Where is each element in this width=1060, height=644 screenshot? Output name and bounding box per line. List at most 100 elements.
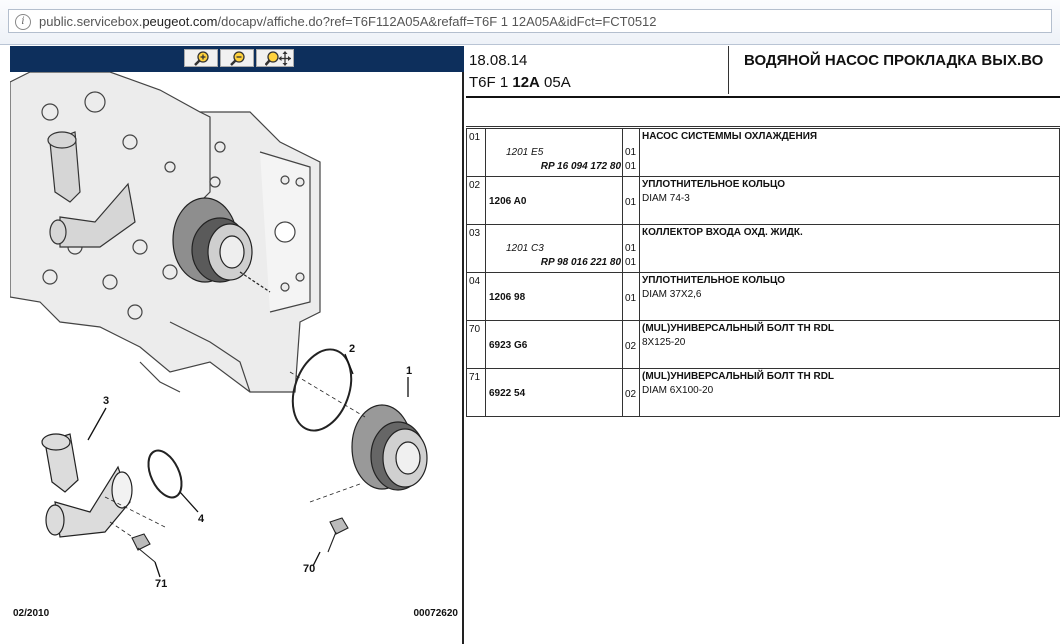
browser-address-bar: i public.servicebox.peugeot.com/docapv/a…	[0, 0, 1060, 45]
part-reference-code: 1201 E5	[506, 147, 544, 158]
catalog-code: T6F 1 12A 05A	[469, 74, 571, 91]
zoom-in-button[interactable]	[184, 49, 218, 67]
catalog-date: 18.08.14	[469, 52, 528, 69]
part-index: 70	[466, 320, 486, 369]
part-index: 03	[466, 224, 486, 273]
part-name: (MUL)УНИВЕРСАЛЬНЫЙ БОЛТ TH RDL	[642, 371, 835, 382]
part-name: УПЛОТНИТЕЛЬНОЕ КОЛЬЦО	[642, 179, 786, 190]
code-part-b: 12A	[512, 74, 540, 91]
part-qty: 01	[625, 197, 637, 208]
callout-71: 71	[155, 578, 167, 590]
part-reference[interactable]: 6922 54	[489, 388, 525, 399]
part-reference-cell: 1206 98	[485, 272, 623, 321]
part-index-label: 01	[469, 132, 481, 143]
part-index: 71	[466, 368, 486, 417]
parts-header: 18.08.14 T6F 1 12A 05A ВОДЯНОЙ НАСОС ПРО…	[466, 46, 1060, 98]
part-qty-cell: 01	[622, 272, 640, 321]
zoom-out-icon	[230, 51, 245, 66]
part-reference-cell: 1201 C3 RP 98 016 221 80	[485, 224, 623, 273]
callout-70: 70	[303, 563, 315, 575]
page-title: ВОДЯНОЙ НАСОС ПРОКЛАДКА ВЫХ.ВО	[744, 52, 1044, 69]
illustration-panel: 1 2 3 4 70 71 02/2010 00072620	[10, 46, 464, 644]
part-index: 02	[466, 176, 486, 225]
zoom-in-icon	[194, 51, 209, 66]
part-reference-cell: 6923 G6	[485, 320, 623, 369]
url-domain: peugeot.com	[142, 14, 218, 29]
zoom-toolbar	[10, 46, 464, 72]
part-reference[interactable]: 1206 98	[489, 292, 525, 303]
header-divider	[728, 46, 729, 94]
url-field[interactable]: i public.servicebox.peugeot.com/docapv/a…	[8, 9, 1052, 33]
table-row[interactable]: 04 1206 98 01 УПЛОТНИТЕЛЬНОЕ КОЛЬЦО DIAM 37X…	[466, 272, 1060, 321]
part-name: НАСОС СИСТЕММЫ ОХЛАЖДЕНИЯ	[642, 131, 818, 142]
part-description-cell: УПЛОТНИТЕЛЬНОЕ КОЛЬЦО DIAM 37X2,6	[639, 272, 1060, 321]
part-name: КОЛЛЕКТОР ВХОДА ОХД. ЖИДК.	[642, 227, 803, 238]
callout-4: 4	[198, 513, 205, 525]
part-reference-cell: 1201 E5 RP 16 094 172 80	[485, 128, 623, 177]
url-text[interactable]: public.servicebox.peugeot.com/docapv/aff…	[39, 14, 657, 29]
part-index: 04	[466, 272, 486, 321]
table-row[interactable]: 71 6922 54 02 (MUL)УНИВЕРСАЛЬНЫЙ БОЛТ TH RD…	[466, 368, 1060, 417]
part-description-cell: (MUL)УНИВЕРСАЛЬНЫЙ БОЛТ TH RDL DIAM 6X100…	[639, 368, 1060, 417]
bolt-71	[131, 533, 156, 563]
table-row[interactable]: 03 1201 C3 RP 98 016 221 80 01 01 КОЛЛЕКТОР В…	[466, 224, 1060, 273]
part-index: 01	[466, 128, 486, 177]
url-prefix: public.servicebox.	[39, 14, 143, 29]
part-rp-number[interactable]: RP 16 094 172 80	[541, 161, 621, 172]
part-qty-cell: 02	[622, 320, 640, 369]
part-reference[interactable]: 6923 G6	[489, 340, 527, 351]
part-index-label: 71	[469, 372, 481, 383]
url-suffix: /docapv/affiche.do?ref=T6F112A05A&refaff…	[217, 14, 657, 29]
part-reference[interactable]: 1206 A0	[489, 196, 526, 207]
part-index-label: 02	[469, 180, 481, 191]
part-qty-cell: 01 01	[622, 224, 640, 273]
part-qty: 02	[625, 341, 637, 352]
part-qty-cell: 02	[622, 368, 640, 417]
part-description-cell: (MUL)УНИВЕРСАЛЬНЫЙ БОЛТ TH RDL 8X125-20	[639, 320, 1060, 369]
part-reference-code: 1201 C3	[506, 243, 544, 254]
part-index-label: 03	[469, 228, 481, 239]
part-description-cell: УПЛОТНИТЕЛЬНОЕ КОЛЬЦО DIAM 74-3	[639, 176, 1060, 225]
callout-1: 1	[406, 365, 412, 377]
part-qty-cell: 01	[622, 176, 640, 225]
part-qty-rp: 01	[625, 161, 637, 172]
part-qty-rp: 01	[625, 257, 637, 268]
table-row[interactable]: 70 6923 G6 02 (MUL)УНИВЕРСАЛЬНЫЙ БОЛТ TH RD…	[466, 320, 1060, 369]
bolt-70	[327, 517, 349, 553]
part-description-cell: КОЛЛЕКТОР ВХОДА ОХД. ЖИДК.	[639, 224, 1060, 273]
diagram-date: 02/2010	[13, 608, 50, 619]
part-rp-number[interactable]: RP 98 016 221 80	[541, 257, 621, 268]
zoom-move-icon	[265, 51, 291, 66]
part-qty: 01	[625, 147, 637, 158]
table-row[interactable]: 01 1201 E5 RP 16 094 172 80 01 01 НАСОС СИСТЕ…	[466, 128, 1060, 177]
table-row[interactable]: 02 1206 A0 01 УПЛОТНИТЕЛЬНОЕ КОЛЬЦО DIAM 74-…	[466, 176, 1060, 225]
code-part-a: T6F 1	[469, 74, 513, 91]
part-index-label: 70	[469, 324, 481, 335]
parts-table: 01 1201 E5 RP 16 094 172 80 01 01 НАСОС СИСТЕ…	[466, 128, 1060, 417]
coolant-housing-3	[41, 433, 166, 543]
part-description-cell: НАСОС СИСТЕММЫ ОХЛАЖДЕНИЯ	[639, 128, 1060, 177]
part-spec: DIAM 37X2,6	[642, 289, 702, 300]
part-name: УПЛОТНИТЕЛЬНОЕ КОЛЬЦО	[642, 275, 786, 286]
parts-panel: 18.08.14 T6F 1 12A 05A ВОДЯНОЙ НАСОС ПРО…	[466, 46, 1060, 644]
part-qty: 01	[625, 293, 637, 304]
part-spec: DIAM 6X100-20	[642, 385, 714, 396]
part-qty: 01	[625, 243, 637, 254]
code-part-c: 05A	[539, 74, 571, 91]
part-reference-cell: 6922 54	[485, 368, 623, 417]
part-name: (MUL)УНИВЕРСАЛЬНЫЙ БОЛТ TH RDL	[642, 323, 835, 334]
part-spec: 8X125-20	[642, 337, 686, 348]
callout-3: 3	[103, 395, 109, 407]
part-spec: DIAM 74-3	[642, 193, 690, 204]
part-qty-cell: 01 01	[622, 128, 640, 177]
zoom-out-button[interactable]	[220, 49, 254, 67]
exploded-parts-drawing: 1 2 3 4 70 71	[10, 72, 428, 590]
water-pump-1	[289, 371, 428, 503]
zoom-move-button[interactable]	[256, 49, 294, 67]
callout-2: 2	[349, 343, 355, 355]
part-index-label: 04	[469, 276, 481, 287]
info-icon[interactable]: i	[15, 14, 31, 30]
part-reference-cell: 1206 A0	[485, 176, 623, 225]
diagram-number: 00072620	[413, 608, 459, 619]
header-subrow	[466, 98, 1060, 127]
